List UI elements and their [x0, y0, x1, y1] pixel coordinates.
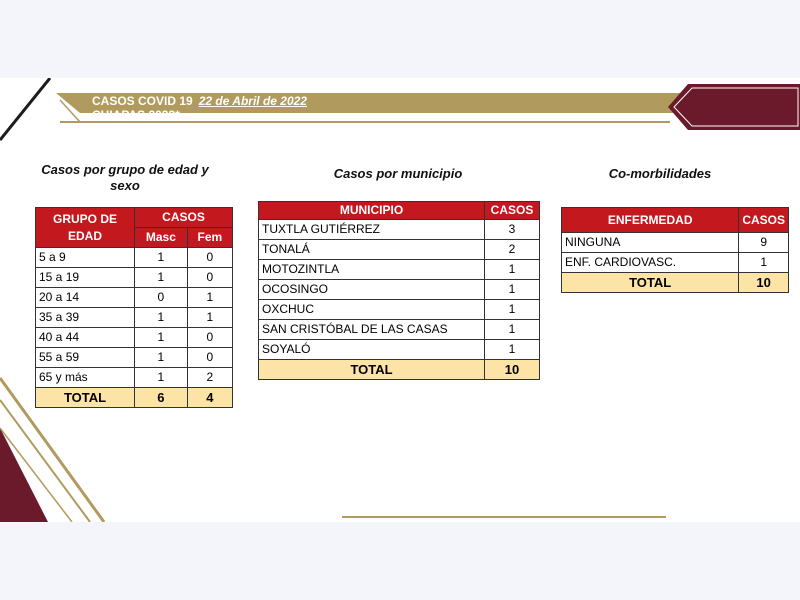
- total-masc: 6: [134, 387, 188, 408]
- total-row: TOTAL 10: [560, 272, 789, 293]
- total-label: TOTAL: [560, 272, 740, 293]
- col-header-municipio: MUNICIPIO: [258, 201, 485, 220]
- col-header-casos: CASOS: [484, 201, 540, 220]
- masc-cell: 1: [134, 247, 188, 268]
- cases-cell: 1: [484, 259, 540, 280]
- total-cases: 10: [484, 359, 540, 380]
- cases-cell: 9: [738, 232, 789, 253]
- table-row: TONALÁ 2: [258, 239, 540, 260]
- col-header-cases: CASOS: [134, 207, 233, 228]
- table-row: 5 a 910: [35, 247, 234, 268]
- total-cases: 10: [738, 272, 789, 293]
- table-row: 35 a 39 1 1: [35, 307, 234, 328]
- masc-cell: 1: [134, 347, 188, 368]
- cases-cell: 1: [484, 279, 540, 300]
- masc-cell: 1: [134, 307, 188, 328]
- cases-cell: 1: [484, 339, 540, 360]
- header-line1: CASOS COVID 19: [92, 94, 193, 108]
- col-header-masc: Masc: [134, 227, 188, 248]
- total-fem: 4: [186, 387, 234, 408]
- municipio-cell: OCOSINGO: [258, 279, 485, 300]
- masc-cell: 1: [134, 367, 188, 388]
- enfermedad-cell: ENF. CARDIOVASC.: [560, 252, 740, 273]
- age-group-cell: 35 a 39: [35, 307, 135, 328]
- header-subtitle: CHIAPAS 2022*: [92, 108, 180, 122]
- table-row: SOYALÓ 1: [258, 339, 540, 360]
- age-group-cell: 15 a 19: [35, 267, 135, 288]
- table-row: NINGUNA 9: [560, 232, 789, 253]
- col-header-enfermedad: ENFERMEDAD: [560, 207, 740, 233]
- col-header-fem: Fem: [186, 227, 234, 248]
- col-header-group: GRUPO DE EDAD: [35, 207, 135, 248]
- masc-cell: 1: [134, 327, 188, 348]
- masc-cell: 0: [134, 287, 188, 308]
- header-date: 22 de Abril de 2022: [198, 94, 307, 108]
- table-row: 55 a 59 1 0: [35, 347, 234, 368]
- age-group-cell: 5 a 9: [35, 247, 135, 268]
- cases-cell: 1: [738, 252, 789, 273]
- municipio-cell: TONALÁ: [258, 239, 485, 260]
- fem-cell: 0: [186, 267, 234, 288]
- fem-cell: 1: [186, 307, 234, 328]
- municipio-cell: SOYALÓ: [258, 339, 485, 360]
- fem-cell: 2: [186, 367, 234, 388]
- table-row: 20 a 14 0 1: [35, 287, 234, 308]
- total-label: TOTAL: [258, 359, 485, 380]
- table-row: TUXTLA GUTIÉRREZ 3: [258, 219, 540, 240]
- cases-cell: 3: [484, 219, 540, 240]
- cases-cell: 1: [484, 319, 540, 340]
- cases-cell: 2: [484, 239, 540, 260]
- total-label: TOTAL: [35, 387, 135, 408]
- table-row: 15 a 19 1 0: [35, 267, 234, 288]
- age-group-cell: 20 a 14: [35, 287, 135, 308]
- table-row: 40 a 44 1 0: [35, 327, 234, 348]
- age-group-cell: 55 a 59: [35, 347, 135, 368]
- table-row: OXCHUC 1: [258, 299, 540, 320]
- fem-cell: 0: [186, 247, 234, 268]
- fem-cell: 1: [186, 287, 234, 308]
- table-row: MOTOZINTLA 1: [258, 259, 540, 280]
- municipio-cell: OXCHUC: [258, 299, 485, 320]
- table-row: SAN CRISTÓBAL DE LAS CASAS 1: [258, 319, 540, 340]
- municipio-table: MUNICIPIO CASOS TUXTLA GUTIÉRREZ 3 TONALÁ 2…: [258, 201, 540, 380]
- age-table: GRUPO DE EDAD CASOS Masc Fem 5 a 9 1 0 15 a…: [35, 207, 234, 408]
- municipio-cell: MOTOZINTLA: [258, 259, 485, 280]
- table-row: OCOSINGO 1: [258, 279, 540, 300]
- col-header-casos-com: CASOS: [738, 207, 789, 233]
- header-title: CASOS COVID 19 22 de Abril de 2022: [92, 94, 307, 108]
- masc-cell: 1: [134, 267, 188, 288]
- municipio-cell: TUXTLA GUTIÉRREZ: [258, 219, 485, 240]
- municipio-section-title: Casos por municipio: [333, 166, 463, 181]
- comorbidity-table: ENFERMEDAD CASOS NINGUNA 9 ENF. CARDIOVASC…: [560, 207, 789, 293]
- age-group-cell: 65 y más: [35, 367, 135, 388]
- bottom-divider: [342, 516, 666, 518]
- comorbidity-section-title: Co-morbilidades: [608, 166, 712, 181]
- total-row: TOTAL 10: [258, 359, 540, 380]
- total-row: TOTAL 6 4: [35, 387, 234, 408]
- fem-cell: 0: [186, 327, 234, 348]
- enfermedad-cell: NINGUNA: [560, 232, 740, 253]
- fem-cell: 0: [186, 347, 234, 368]
- age-group-cell: 40 a 44: [35, 327, 135, 348]
- age-section-title: Casos por grupo de edad y sexo: [41, 162, 209, 193]
- table-row: 65 y más 1 2: [35, 367, 234, 388]
- cases-cell: 1: [484, 299, 540, 320]
- table-row: ENF. CARDIOVASC. 1: [560, 252, 789, 273]
- municipio-cell: SAN CRISTÓBAL DE LAS CASAS: [258, 319, 485, 340]
